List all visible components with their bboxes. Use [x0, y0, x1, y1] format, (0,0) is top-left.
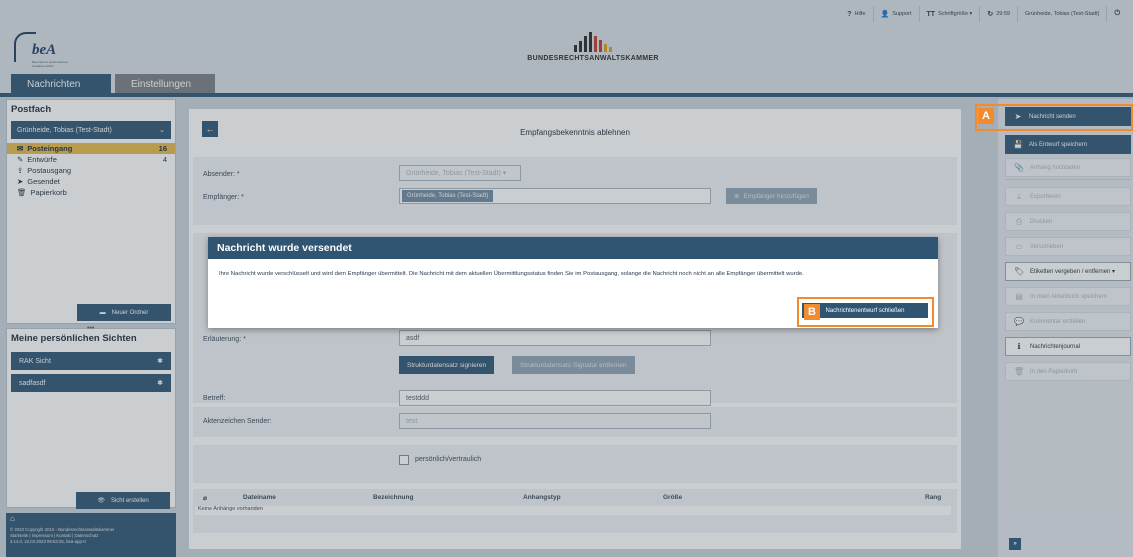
dialog-title: Nachricht wurde versendet [208, 237, 938, 259]
marker-b: B [804, 304, 820, 320]
dialog-message: Ihre Nachricht wurde verschlüsselt und w… [219, 271, 804, 277]
send-highlight [975, 104, 1133, 131]
expand-actions-button[interactable]: » [1009, 538, 1021, 550]
